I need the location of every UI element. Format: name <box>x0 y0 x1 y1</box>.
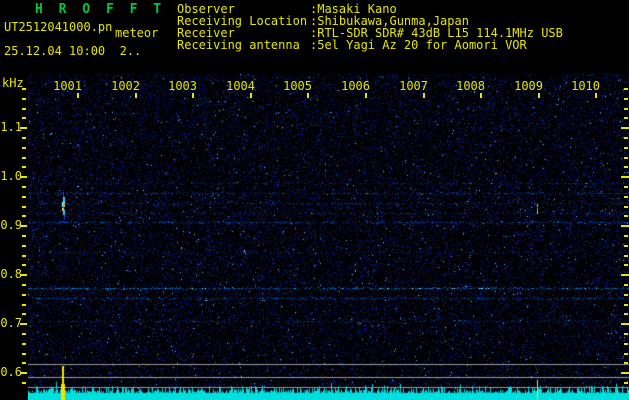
freq-minor-tick-right <box>624 245 628 247</box>
time-tick-label: 1005 <box>283 79 312 93</box>
time-tick <box>365 93 367 98</box>
freq-minor-tick <box>22 235 26 237</box>
freq-minor-tick <box>22 137 26 139</box>
freq-minor-tick <box>22 166 26 168</box>
freq-major-tick-right <box>621 372 629 374</box>
freq-minor-tick <box>22 294 26 296</box>
freq-major-tick-right <box>621 323 629 325</box>
freq-minor-tick-right <box>624 196 628 198</box>
freq-major-tick-right <box>621 274 629 276</box>
freq-minor-tick <box>22 245 26 247</box>
freq-minor-tick <box>22 206 26 208</box>
freq-minor-tick <box>22 313 26 315</box>
freq-minor-tick-right <box>624 166 628 168</box>
time-tick-label: 1001 <box>53 79 82 93</box>
freq-minor-tick-right <box>624 264 628 266</box>
time-tick-label: 1008 <box>456 79 485 93</box>
field-label-antenna: Receiving antenna <box>177 38 300 52</box>
freq-tick-label: 0.9 <box>0 218 22 233</box>
freq-minor-tick <box>22 117 26 119</box>
time-tick-label: 1010 <box>571 79 600 93</box>
freq-minor-tick-right <box>624 362 628 364</box>
time-tick <box>135 93 137 98</box>
time-tick-label: 1006 <box>341 79 370 93</box>
freq-minor-tick-right <box>624 294 628 296</box>
freq-minor-tick <box>22 186 26 188</box>
time-tick <box>423 93 425 98</box>
freq-minor-tick <box>22 264 26 266</box>
freq-major-tick-right <box>621 225 629 227</box>
freq-minor-tick-right <box>624 108 628 110</box>
freq-minor-tick <box>22 382 26 384</box>
freq-minor-tick-right <box>624 157 628 159</box>
freq-minor-tick <box>22 157 26 159</box>
freq-minor-tick <box>22 362 26 364</box>
freq-minor-tick <box>22 333 26 335</box>
freq-tick-label: 0.8 <box>0 267 22 282</box>
freq-minor-tick-right <box>624 88 628 90</box>
filename: UT2512041000.pn <box>4 20 113 34</box>
freq-minor-tick <box>22 353 26 355</box>
freq-tick-label: 1.0 <box>0 169 22 184</box>
freq-minor-tick-right <box>624 215 628 217</box>
freq-minor-tick <box>22 98 26 100</box>
freq-minor-tick <box>22 88 26 90</box>
freq-major-tick-right <box>621 127 629 129</box>
time-tick-label: 1003 <box>168 79 197 93</box>
time-tick <box>77 93 79 98</box>
freq-minor-tick-right <box>624 304 628 306</box>
freq-minor-tick-right <box>624 313 628 315</box>
freq-tick-label: 0.6 <box>0 365 22 380</box>
field-value-antenna: :5el Yagi Az 20 for Aomori VOR <box>310 38 527 52</box>
freq-minor-tick <box>22 255 26 257</box>
freq-minor-tick <box>22 343 26 345</box>
freq-minor-tick-right <box>624 98 628 100</box>
time-tick <box>538 93 540 98</box>
freq-minor-tick <box>22 108 26 110</box>
freq-minor-tick <box>22 215 26 217</box>
datetime: 25.12.04 10:00 2.. <box>4 44 142 58</box>
freq-minor-tick-right <box>624 137 628 139</box>
freq-minor-tick-right <box>624 353 628 355</box>
freq-minor-tick <box>22 304 26 306</box>
observation-label: meteor <box>115 26 159 40</box>
freq-minor-tick-right <box>624 255 628 257</box>
freq-minor-tick-right <box>624 186 628 188</box>
time-tick-label: 1004 <box>226 79 255 93</box>
freq-minor-tick-right <box>624 284 628 286</box>
freq-minor-tick-right <box>624 343 628 345</box>
freq-major-tick-right <box>621 176 629 178</box>
freq-minor-tick <box>22 147 26 149</box>
time-tick <box>192 93 194 98</box>
time-tick <box>480 93 482 98</box>
freq-minor-tick-right <box>624 333 628 335</box>
freq-minor-tick-right <box>624 235 628 237</box>
freq-minor-tick-right <box>624 382 628 384</box>
freq-minor-tick <box>22 284 26 286</box>
time-tick <box>250 93 252 98</box>
time-tick <box>307 93 309 98</box>
freq-minor-tick-right <box>624 147 628 149</box>
spectrogram-canvas <box>28 74 629 400</box>
time-tick-label: 1009 <box>514 79 543 93</box>
time-tick-label: 1002 <box>111 79 140 93</box>
app-title: H R O F F T <box>35 2 166 17</box>
freq-minor-tick-right <box>624 117 628 119</box>
freq-minor-tick <box>22 196 26 198</box>
time-tick-label: 1007 <box>399 79 428 93</box>
freq-tick-label: 1.1 <box>0 120 22 135</box>
time-tick <box>595 93 597 98</box>
freq-unit-label: kHz <box>2 76 24 90</box>
freq-tick-label: 0.7 <box>0 316 22 331</box>
freq-minor-tick-right <box>624 206 628 208</box>
hrofft-image: H R O F F T UT2512041000.pn meteor 25.12… <box>0 0 629 400</box>
